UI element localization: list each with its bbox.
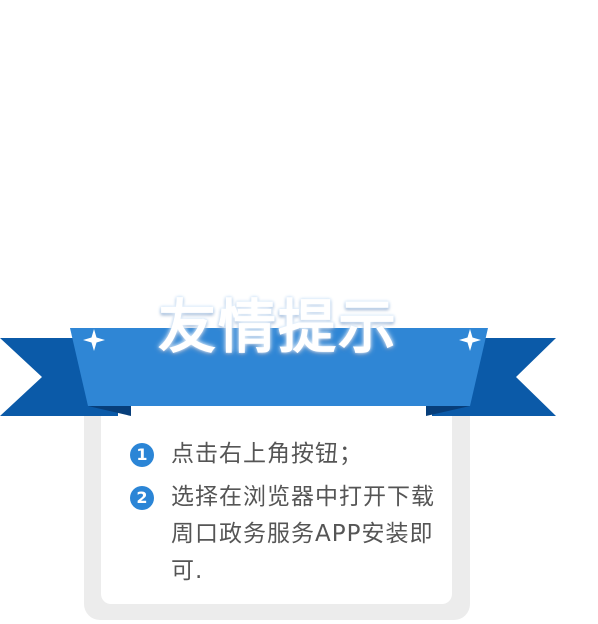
tip-item-2: 2 选择在浏览器中打开下载周口政务服务APP安装即可. — [130, 479, 440, 590]
tip-list: 1 点击右上角按钮； 2 选择在浏览器中打开下载周口政务服务APP安装即可. — [130, 436, 440, 590]
tip-popup: 友情提示 1 点击右上角按钮； 2 选择在浏览器中打开下载周口政务服务APP安装… — [0, 0, 598, 624]
tip-item-1: 1 点击右上角按钮； — [130, 436, 440, 473]
popup-title: 友情提示 — [157, 293, 398, 361]
tip-text: 点击右上角按钮； — [171, 441, 363, 467]
step-number-badge: 2 — [130, 486, 154, 510]
step-number-badge: 1 — [130, 443, 154, 467]
tip-text: 选择在浏览器中打开下载周口政务服务APP安装即可. — [171, 484, 435, 584]
